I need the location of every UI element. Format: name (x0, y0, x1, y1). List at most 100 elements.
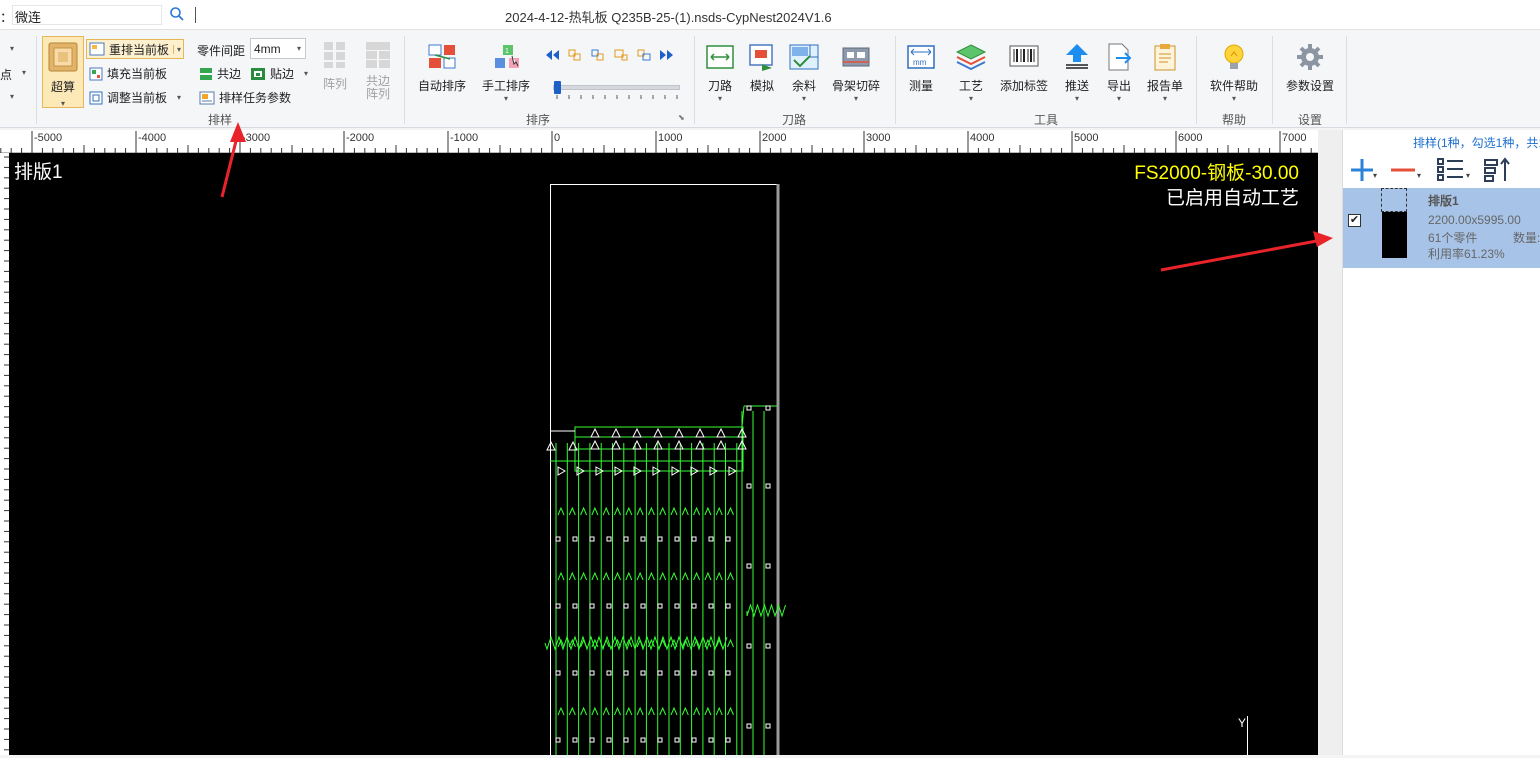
stub-caret-bottom[interactable]: ▾ (10, 92, 14, 101)
nest-list-item[interactable]: ✔ 排版1 2200.00x5995.00 61个零件 数量: 利用率61.23… (1343, 188, 1540, 268)
ruler-label: -5000 (34, 132, 62, 144)
array-button[interactable]: 阵列 (318, 40, 352, 92)
renest-caret[interactable]: ▾ (173, 44, 181, 54)
part-hole (657, 536, 663, 542)
group-label-nesting: 排样 (207, 113, 232, 127)
part-spacing-value: 4mm (254, 42, 281, 56)
panel-header: 排样(1种，勾选1种，共1 (1413, 136, 1540, 150)
remnant-button[interactable]: 余料 ▾ (786, 42, 822, 103)
remove-icon[interactable]: ▾ (1389, 157, 1425, 186)
plate-drawing[interactable] (9, 153, 1318, 755)
skeleton-cut-label: 骨架切碎 (831, 79, 880, 93)
item-checkbox[interactable]: ✔ (1348, 214, 1361, 227)
task-params-label: 排样任务参数 (219, 91, 292, 105)
sort-step-slider[interactable] (553, 81, 680, 94)
manual-sort-button[interactable]: 1 手工排序 ▾ (478, 42, 534, 103)
separator (36, 36, 37, 124)
part-marker (602, 506, 610, 516)
part-marker (614, 706, 621, 716)
part-marker (602, 571, 610, 581)
list-view-icon[interactable]: ▾ (1435, 156, 1473, 187)
last-step-icon[interactable] (659, 48, 675, 62)
sort-step-controls (544, 48, 675, 62)
group-label-settings: 设置 (1297, 113, 1322, 127)
stick-edge-caret[interactable]: ▾ (304, 69, 308, 78)
part-hole (765, 405, 771, 411)
renest-current-button[interactable]: 重排当前板 ▾ (86, 39, 185, 59)
ruler-label: 7000 (1282, 132, 1306, 144)
export-icon (1108, 43, 1132, 71)
common-edge-label: 共边 (217, 67, 242, 81)
stub-caret-top[interactable]: ▾ (10, 44, 14, 53)
thumbnail-empty-region (1381, 188, 1407, 212)
report-clipboard-icon (1154, 44, 1176, 71)
next-step-a-icon[interactable] (613, 48, 629, 62)
part-marker (611, 439, 621, 450)
adjust-caret[interactable]: ▾ (177, 93, 181, 102)
part-marker (695, 427, 705, 438)
part-marker (670, 506, 678, 516)
plate-outline (550, 184, 779, 755)
prev-step-a-icon[interactable] (567, 48, 583, 62)
part-marker (632, 427, 642, 438)
skeleton-cut-button[interactable]: 骨架切碎 ▾ (828, 42, 884, 103)
part-hole (623, 737, 629, 743)
part-hole (746, 483, 752, 489)
stick-edge-button[interactable]: 贴边 ▾ (250, 65, 308, 82)
process-button[interactable]: 工艺 ▾ (952, 42, 990, 103)
first-step-icon[interactable] (544, 48, 560, 62)
part-marker (670, 706, 678, 716)
sort-icon[interactable] (1483, 156, 1513, 187)
remnant-icon (789, 44, 819, 70)
fill-current-button[interactable]: 填充当前板 (89, 65, 167, 82)
part-hole (589, 670, 595, 676)
common-edge-button[interactable]: 共边 (199, 65, 241, 82)
vertical-ruler-ticks (4, 156, 9, 751)
part-marker (674, 439, 684, 450)
part-marker (715, 571, 723, 581)
part-hole (746, 405, 752, 411)
search-icon[interactable] (169, 6, 185, 25)
export-button[interactable]: 导出 ▾ (1102, 42, 1136, 103)
auto-sort-button[interactable]: 自动排序 (414, 42, 470, 94)
toolpath-button[interactable]: 刀路 ▾ (702, 42, 738, 103)
group-label-sort: 排序 (525, 113, 550, 127)
ruler-label: 6000 (1178, 132, 1202, 144)
super-calc-caret: ▾ (60, 99, 65, 108)
group-label-help: 帮助 (1221, 113, 1246, 127)
nesting-canvas[interactable]: 排版1 FS2000-钢板-30.00 已启用自动工艺 Y (9, 153, 1318, 755)
software-help-label: 软件帮助 (1209, 79, 1258, 93)
common-edge-array-button[interactable]: 共边 阵列 (360, 40, 396, 101)
adjust-current-button[interactable]: 调整当前板 ▾ (89, 89, 181, 106)
sort-group-launcher-icon[interactable]: ⬊ (678, 113, 685, 122)
group-label-toolpath: 刀路 (781, 113, 806, 127)
add-label-button[interactable]: 添加标签 (998, 42, 1050, 94)
add-icon[interactable]: ▾ (1349, 157, 1379, 186)
prev-step-b-icon[interactable] (590, 48, 606, 62)
simulate-button[interactable]: 模拟 (744, 42, 780, 94)
task-params-button[interactable]: 排样任务参数 (199, 89, 291, 106)
add-label-label: 添加标签 (999, 79, 1048, 93)
part-hole (555, 603, 561, 609)
super-calc-button[interactable]: 超算 ▾ (42, 36, 84, 108)
stub-caret-mid[interactable]: ▾ (22, 68, 26, 77)
report-button[interactable]: 报告单 ▾ (1146, 42, 1184, 103)
software-help-button[interactable]: 软件帮助 ▾ (1204, 42, 1264, 103)
stub-item[interactable]: 点 (0, 66, 12, 83)
vertical-scrollbar[interactable] (1318, 130, 1342, 755)
param-settings-button[interactable]: 参数设置 (1282, 42, 1338, 94)
part-marker (681, 506, 689, 516)
next-step-b-icon[interactable] (636, 48, 652, 62)
part-hole (674, 536, 680, 542)
part-marker (670, 571, 678, 581)
search-input[interactable]: 微连 (12, 5, 162, 25)
sort-step-slider-thumb[interactable] (554, 81, 561, 94)
part-marker (625, 506, 633, 516)
ruler-label: 4000 (970, 132, 994, 144)
part-hole (725, 670, 731, 676)
part-spacing-select[interactable]: 4mm ▾ (250, 38, 306, 59)
svg-text:1: 1 (505, 48, 509, 55)
push-button[interactable]: 推送 ▾ (1060, 42, 1094, 103)
part-hole (765, 643, 771, 649)
measure-button[interactable]: mm 测量 (902, 42, 940, 94)
